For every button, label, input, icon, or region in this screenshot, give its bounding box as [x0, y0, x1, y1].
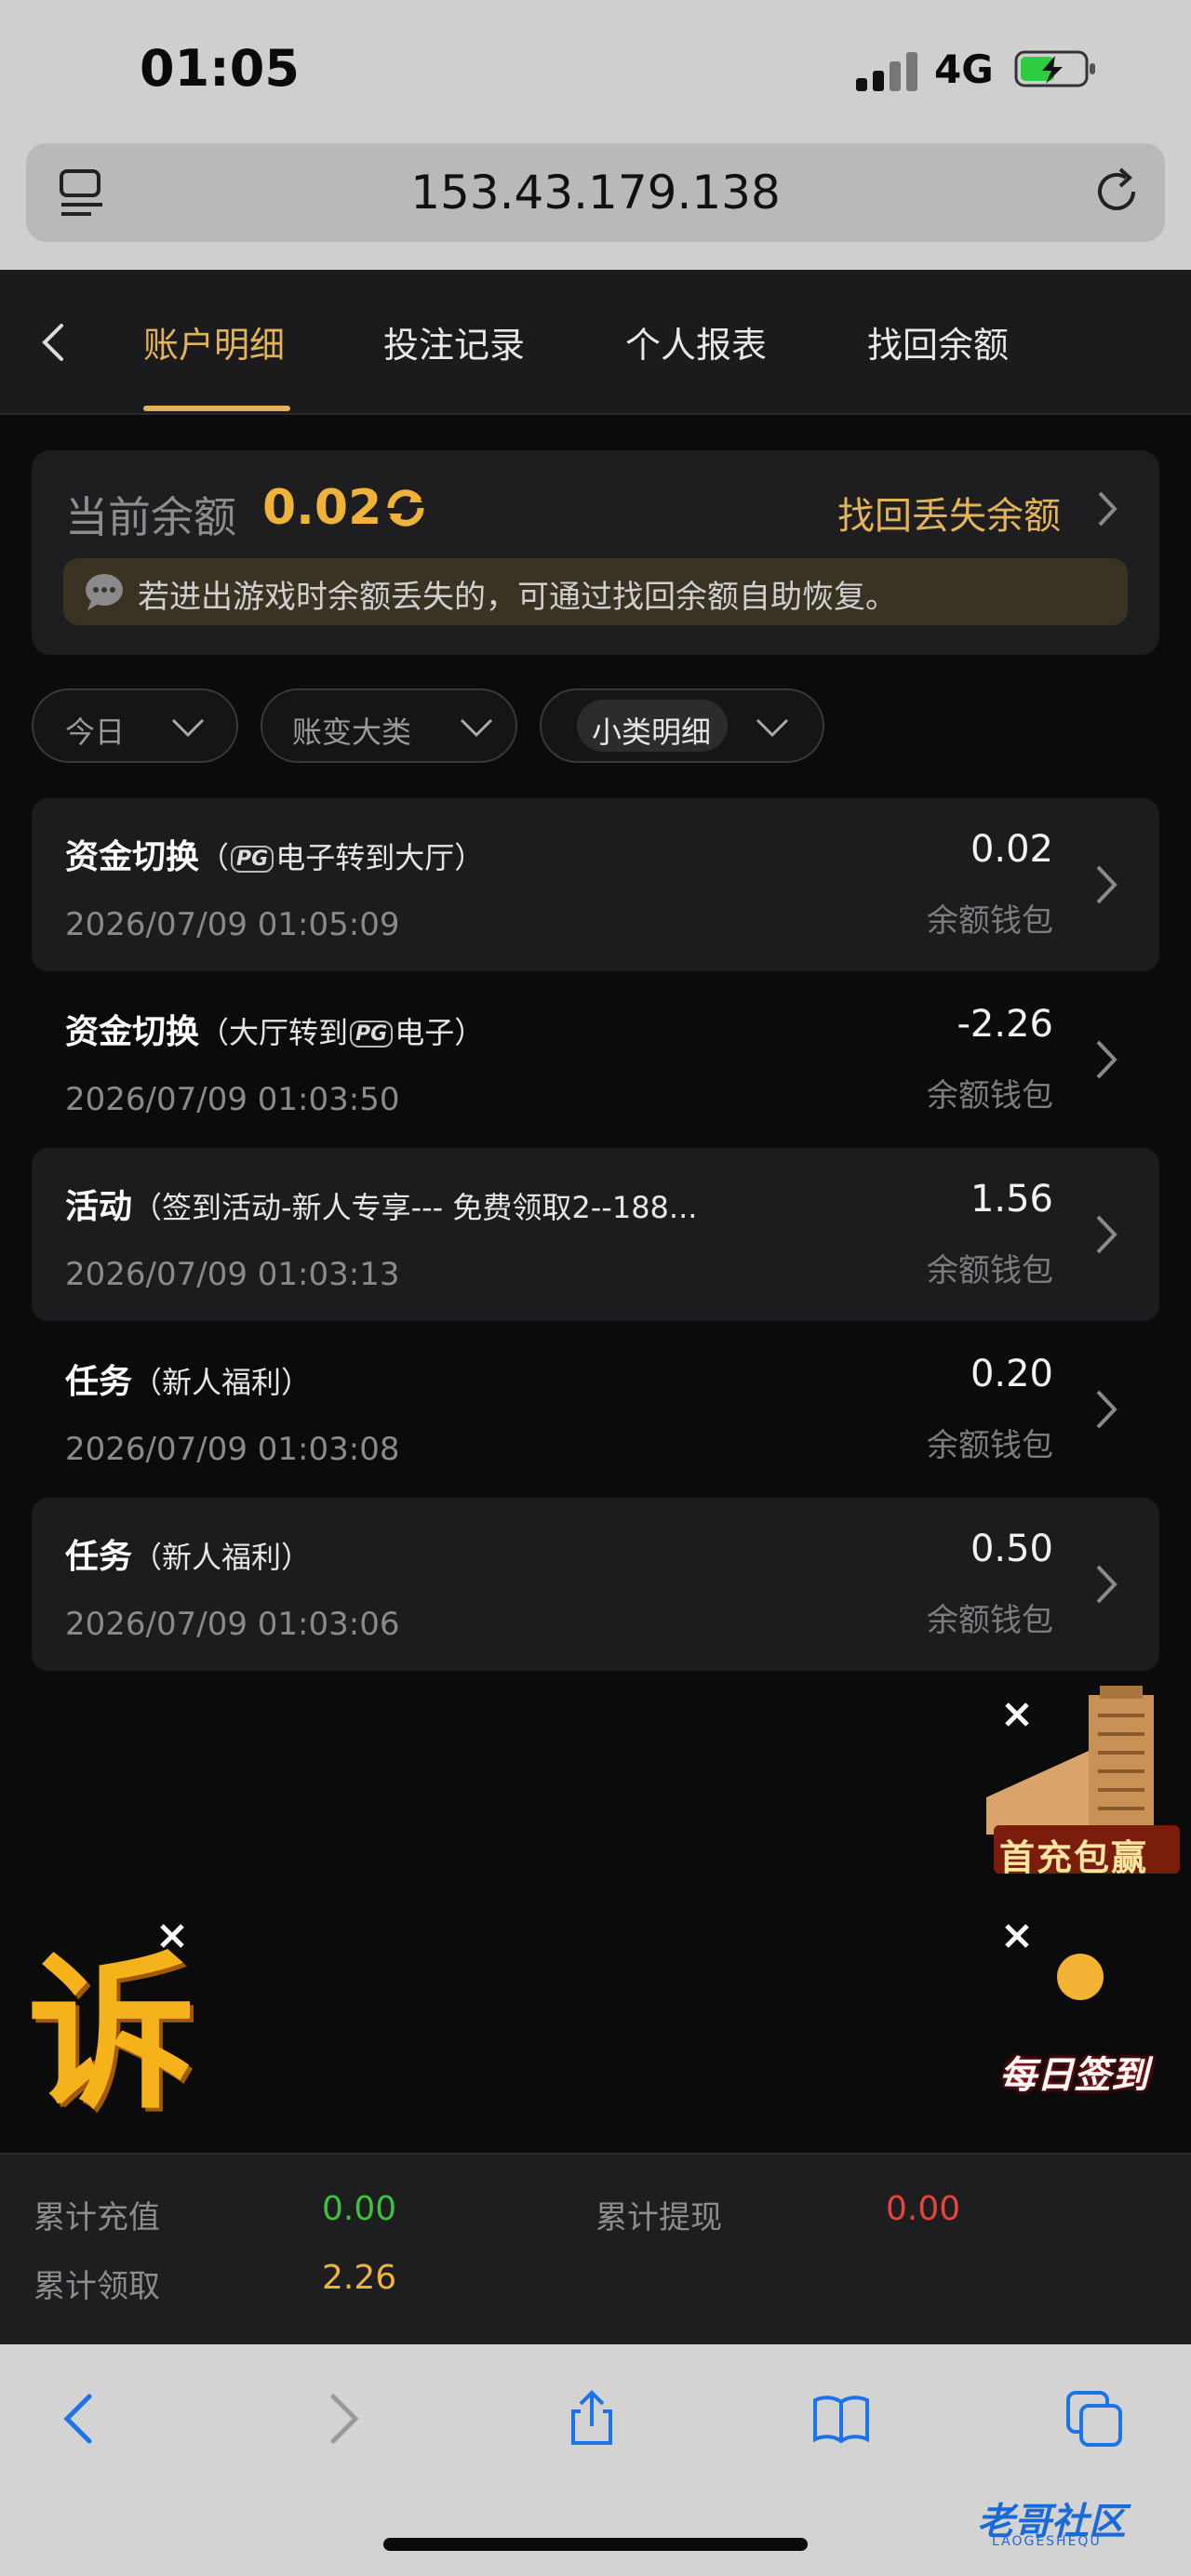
chevron-right-icon[interactable] [1094, 487, 1120, 530]
record-title: 资金切换（ PG 电子转到大厅） [65, 838, 485, 876]
chevron-right-icon[interactable] [1092, 1561, 1120, 1608]
total-recharge-value: 0.00 [322, 2190, 397, 2228]
record-amount: 0.50 [970, 1528, 1053, 1570]
tabs-icon[interactable] [1064, 2389, 1124, 2449]
record-amount: -2.26 [957, 1003, 1054, 1046]
balance-value: 0.02 [262, 480, 382, 536]
pg-logo-icon: PG [231, 845, 274, 873]
notice-text: 若进出游戏时余额丢失的，可通过找回余额自助恢复。 [138, 579, 897, 616]
bookmarks-icon[interactable] [811, 2389, 871, 2449]
record-wallet: 余额钱包 [927, 1252, 1053, 1289]
pg-logo-icon: PG [350, 1020, 394, 1048]
record-wallet: 余额钱包 [927, 1602, 1053, 1639]
chevron-down-icon [171, 718, 205, 738]
total-claimed-value: 2.26 [322, 2259, 397, 2297]
network-type: 4G [934, 47, 994, 92]
chevron-down-icon [756, 718, 789, 738]
filter-date-label: 今日 [65, 714, 126, 750]
signal-icon [856, 50, 921, 91]
url-text: 153.43.179.138 [410, 166, 781, 220]
tab-personal-report[interactable]: 个人报表 [625, 316, 767, 367]
list-item[interactable] [32, 1323, 1159, 1496]
browser-forward-icon[interactable] [311, 2389, 370, 2449]
record-date: 2026/07/09 01:05:09 [65, 906, 400, 943]
record-wallet: 余额钱包 [927, 902, 1053, 940]
list-item[interactable] [32, 1498, 1159, 1671]
total-recharge-label: 累计充值 [33, 2199, 160, 2236]
tab-recover-balance[interactable]: 找回余额 [867, 316, 1009, 367]
filter-date[interactable] [32, 688, 238, 763]
totals-bar [0, 2153, 1191, 2346]
record-wallet: 余额钱包 [927, 1077, 1053, 1114]
chat-bubble-icon [86, 574, 123, 610]
record-date: 2026/07/09 01:03:50 [65, 1081, 400, 1118]
record-title: 任务（新人福利） [65, 1363, 312, 1401]
record-wallet: 余额钱包 [927, 1427, 1053, 1464]
record-amount: 0.20 [970, 1353, 1053, 1395]
home-indicator [383, 2538, 808, 2551]
record-amount: 0.02 [970, 828, 1053, 871]
close-icon[interactable] [999, 1918, 1035, 1954]
chevron-right-icon[interactable] [1092, 1386, 1120, 1433]
watermark-subtext: LAOGESHEQU [992, 2534, 1102, 2549]
record-title: 任务（新人福利） [65, 1538, 312, 1576]
share-icon[interactable] [562, 2389, 622, 2449]
list-item[interactable] [32, 973, 1159, 1146]
status-time: 01:05 [140, 39, 300, 98]
first-deposit-promo-label[interactable]: 首充包赢 [999, 1829, 1148, 1880]
list-item[interactable] [32, 798, 1159, 971]
active-tab-indicator [143, 406, 290, 411]
browser-back-icon[interactable] [52, 2389, 112, 2449]
total-withdraw-value: 0.00 [886, 2190, 961, 2228]
battery-charging-icon [1014, 50, 1095, 87]
reload-icon[interactable] [1089, 164, 1144, 220]
tab-account-details[interactable]: 账户明细 [143, 316, 285, 367]
refresh-balance-icon[interactable] [381, 484, 430, 532]
record-title: 活动（签到活动-新人专享--- 免费领取2--188... [65, 1188, 698, 1226]
chevron-right-icon[interactable] [1092, 1211, 1120, 1258]
filter-category-label: 账变大类 [292, 714, 412, 750]
filter-subcategory-label: 小类明细 [592, 714, 712, 750]
back-chevron-icon[interactable] [33, 314, 71, 370]
chevron-right-icon[interactable] [1092, 861, 1120, 908]
tab-bet-records[interactable]: 投注记录 [383, 316, 525, 367]
daily-checkin-promo-label[interactable]: 每日签到 [999, 2045, 1148, 2099]
record-date: 2026/07/09 01:03:06 [65, 1606, 400, 1643]
record-date: 2026/07/09 01:03:08 [65, 1431, 400, 1468]
close-icon[interactable] [154, 1918, 190, 1954]
list-item[interactable] [32, 1148, 1159, 1321]
coin-icon [1057, 1954, 1104, 2000]
balance-label: 当前余额 [65, 492, 236, 542]
recover-lost-balance-link[interactable]: 找回丢失余额 [837, 486, 1061, 540]
total-claimed-label: 累计领取 [33, 2268, 160, 2305]
total-withdraw-label: 累计提现 [596, 2199, 722, 2236]
chevron-right-icon[interactable] [1092, 1036, 1120, 1083]
record-title: 资金切换（大厅转到 PG 电子） [65, 1013, 485, 1051]
record-amount: 1.56 [970, 1178, 1053, 1221]
record-date: 2026/07/09 01:03:13 [65, 1256, 400, 1293]
chevron-down-icon [460, 718, 493, 738]
